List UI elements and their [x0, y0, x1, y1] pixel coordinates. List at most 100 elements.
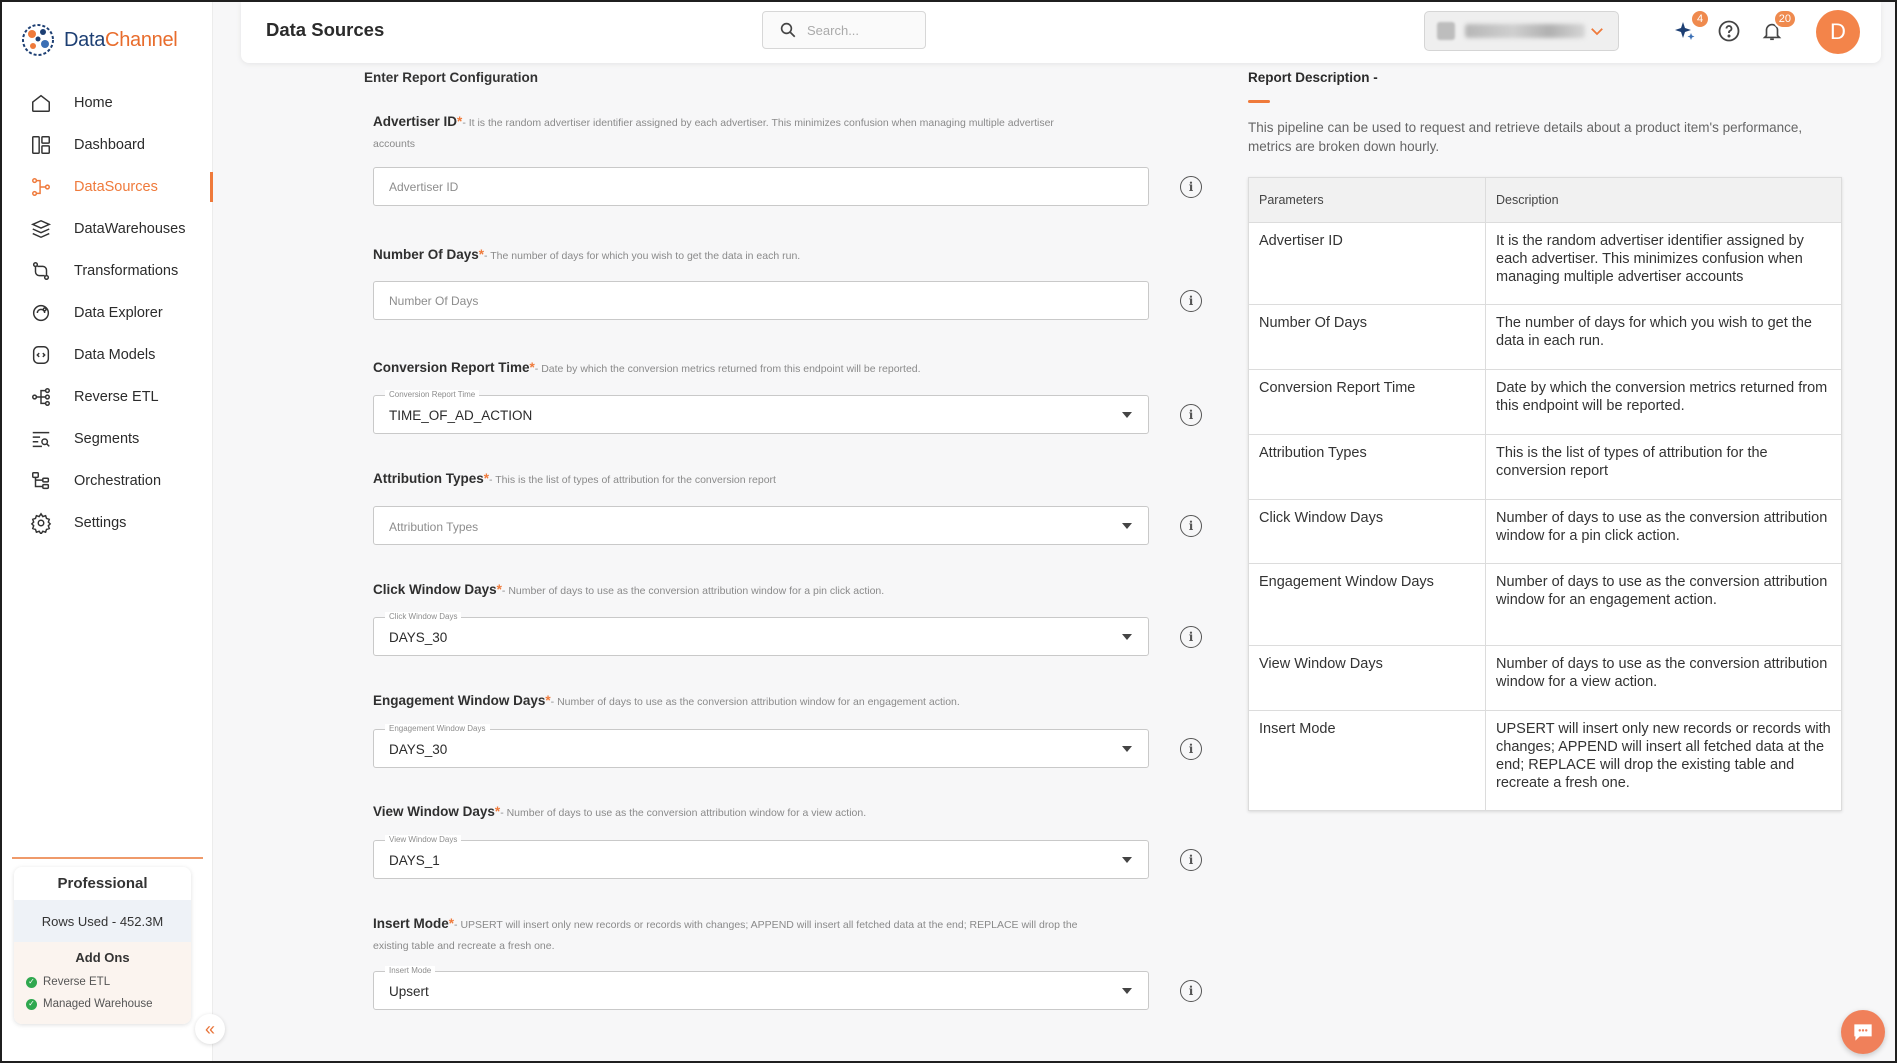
collapse-sidebar-icon[interactable]: « [195, 1014, 225, 1044]
plan-divider [12, 857, 203, 859]
ai-badge: 4 [1690, 9, 1710, 29]
dropdown-caret-icon [1122, 634, 1132, 640]
advertiser-id-input-box[interactable] [373, 167, 1149, 206]
description-cell: Date by which the conversion metrics ret… [1485, 369, 1842, 435]
sidebar-item-segments[interactable]: Segments [2, 418, 213, 460]
click-window-days-field: Click Window Days*- Number of days to us… [373, 580, 1203, 656]
select-float-label: Insert Mode [385, 966, 436, 976]
sidebar-item-datasources[interactable]: DataSources [2, 166, 213, 208]
sidebar-item-label: DataSources [74, 179, 158, 195]
home-icon [29, 91, 53, 115]
info-icon[interactable]: i [1180, 290, 1202, 312]
parameter-cell: Conversion Report Time [1248, 369, 1486, 435]
check-circle-icon: ✓ [26, 998, 37, 1010]
click-window-days-select[interactable]: Click Window Days DAYS_30 [373, 612, 1149, 656]
app-window: DataChannel Home Dashboard DataSources D… [0, 0, 1897, 1063]
field-label: Number Of Days*- The number of days for … [373, 247, 801, 262]
field-label: Conversion Report Time*- Date by which t… [373, 360, 921, 375]
sidebar-nav: Home Dashboard DataSources DataWarehouse… [2, 82, 213, 544]
sidebar-item-datawarehouses[interactable]: DataWarehouses [2, 208, 213, 250]
select-float-label: Engagement Window Days [385, 724, 490, 734]
search-input[interactable] [807, 22, 917, 38]
data-models-icon [29, 343, 53, 367]
title-underline [1248, 100, 1270, 103]
field-label: Advertiser ID*- It is the random adverti… [373, 114, 1054, 150]
select-value: TIME_OF_AD_ACTION [389, 408, 533, 423]
select-placeholder: Attribution Types [389, 520, 479, 534]
description-cell: The number of days for which you wish to… [1485, 304, 1842, 370]
info-icon[interactable]: i [1180, 738, 1202, 760]
advertiser-id-field: Advertiser ID*- It is the random adverti… [373, 112, 1203, 206]
workspace-selector[interactable] [1424, 11, 1619, 51]
select-float-label: Click Window Days [385, 612, 462, 622]
info-icon[interactable]: i [1180, 849, 1202, 871]
number-of-days-input-box[interactable] [373, 281, 1149, 320]
sidebar-item-transformations[interactable]: Transformations [2, 250, 213, 292]
table-header-row: Parameters Description [1248, 177, 1842, 223]
sidebar-item-settings[interactable]: Settings [2, 502, 213, 544]
datasources-icon [29, 175, 53, 199]
select-value: DAYS_30 [389, 630, 448, 645]
plan-name: Professional [57, 875, 148, 892]
dropdown-caret-icon [1122, 857, 1132, 863]
table-row: Click Window Days Number of days to use … [1248, 499, 1842, 564]
conversion-report-time-field: Conversion Report Time*- Date by which t… [373, 358, 1203, 434]
sidebar-item-orchestration[interactable]: Orchestration [2, 460, 213, 502]
app-logo[interactable]: DataChannel [20, 22, 178, 58]
ai-assistant-button[interactable]: 4 [1672, 9, 1710, 44]
parameter-cell: Number Of Days [1248, 304, 1486, 370]
attribution-types-field: Attribution Types*- This is the list of … [373, 469, 1203, 545]
search-box[interactable] [762, 11, 926, 49]
sidebar-item-data-explorer[interactable]: Data Explorer [2, 292, 213, 334]
info-icon[interactable]: i [1180, 404, 1202, 426]
description-cell: It is the random advertiser identifier a… [1485, 222, 1842, 305]
engagement-window-days-select[interactable]: Engagement Window Days DAYS_30 [373, 724, 1149, 768]
reverse-etl-icon [29, 385, 53, 409]
sidebar-item-dashboard[interactable]: Dashboard [2, 124, 213, 166]
addons-title: Add Ons [75, 950, 130, 965]
parameter-cell: Attribution Types [1248, 434, 1486, 500]
top-header: Data Sources 4 20 D [241, 2, 1881, 63]
info-icon[interactable]: i [1180, 515, 1202, 537]
number-of-days-input[interactable] [374, 282, 1148, 319]
view-window-days-select[interactable]: View Window Days DAYS_1 [373, 835, 1149, 879]
notifications-button[interactable]: 20 [1759, 9, 1797, 44]
description-cell: Number of days to use as the conversion … [1485, 499, 1842, 564]
field-label: Click Window Days*- Number of days to us… [373, 582, 885, 597]
description-cell: Number of days to use as the conversion … [1485, 563, 1842, 646]
table-row: View Window Days Number of days to use a… [1248, 645, 1842, 711]
sidebar-item-label: Segments [74, 431, 140, 447]
info-icon[interactable]: i [1180, 176, 1202, 198]
plan-card: Professional Rows Used - 452.3M Add Ons … [14, 867, 191, 1024]
sidebar-item-home[interactable]: Home [2, 82, 213, 124]
advertiser-id-input[interactable] [374, 168, 1148, 205]
field-label: View Window Days*- Number of days to use… [373, 804, 867, 819]
conversion-report-time-select[interactable]: Conversion Report Time TIME_OF_AD_ACTION [373, 390, 1149, 434]
transformations-icon [29, 259, 53, 283]
table-row: Advertiser ID It is the random advertise… [1248, 222, 1842, 305]
info-icon[interactable]: i [1180, 626, 1202, 648]
sidebar-item-data-models[interactable]: Data Models [2, 334, 213, 376]
report-description-title: Report Description - [1248, 70, 1378, 85]
avatar[interactable]: D [1816, 10, 1860, 54]
sidebar-item-label: Reverse ETL [74, 389, 159, 405]
attribution-types-select[interactable]: Attribution Types [373, 506, 1149, 545]
help-button[interactable] [1716, 18, 1742, 44]
sidebar-item-label: Transformations [74, 263, 179, 279]
column-header: Parameters [1248, 177, 1486, 223]
table-row: Attribution Types This is the list of ty… [1248, 434, 1842, 500]
table-row: Number Of Days The number of days for wh… [1248, 304, 1842, 370]
sidebar-item-label: DataWarehouses [74, 221, 186, 237]
field-label: Attribution Types*- This is the list of … [373, 471, 776, 486]
settings-icon [29, 511, 53, 535]
chevron-down-icon [1591, 28, 1603, 36]
insert-mode-select[interactable]: Insert Mode Upsert [373, 966, 1149, 1010]
chat-support-button[interactable] [1841, 1010, 1885, 1054]
engagement-window-days-field: Engagement Window Days*- Number of days … [373, 691, 1203, 768]
dropdown-caret-icon [1122, 523, 1132, 529]
info-icon[interactable]: i [1180, 980, 1202, 1002]
sidebar-item-reverse-etl[interactable]: Reverse ETL [2, 376, 213, 418]
sidebar-item-label: Home [74, 95, 113, 111]
description-cell: This is the list of types of attribution… [1485, 434, 1842, 500]
workspace-icon [1437, 22, 1455, 40]
